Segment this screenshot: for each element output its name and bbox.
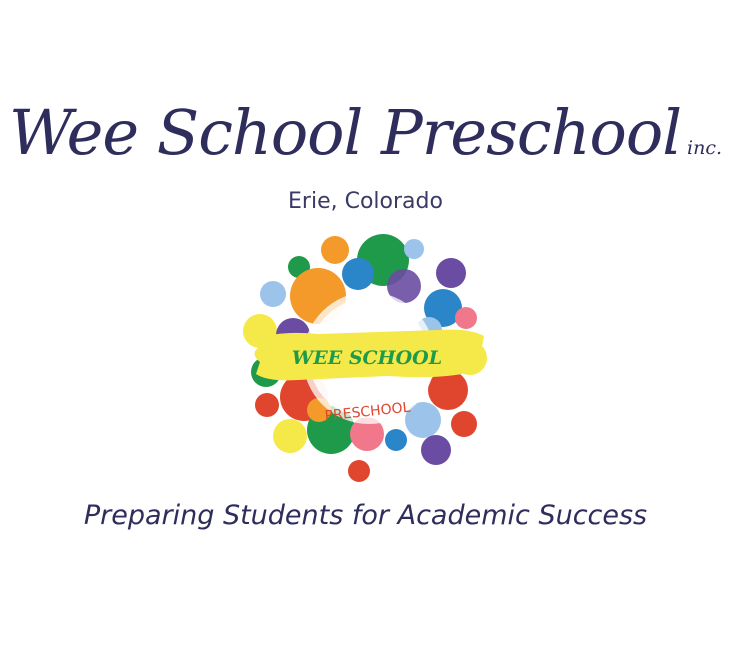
inc-suffix: inc.: [687, 137, 723, 159]
school-name: Wee School Preschool: [8, 96, 682, 169]
tagline: Preparing Students for Academic Success: [83, 500, 648, 531]
logo-banner-text: WEE SCHOOL: [292, 347, 442, 369]
title-row: Wee School Preschool inc.: [0, 102, 731, 164]
school-logo: WEE SCHOOL PRESCHOOL: [243, 234, 487, 482]
location: Erie, Colorado: [288, 189, 443, 214]
page: Wee School Preschoolinc. Erie, Colorado: [0, 0, 731, 652]
